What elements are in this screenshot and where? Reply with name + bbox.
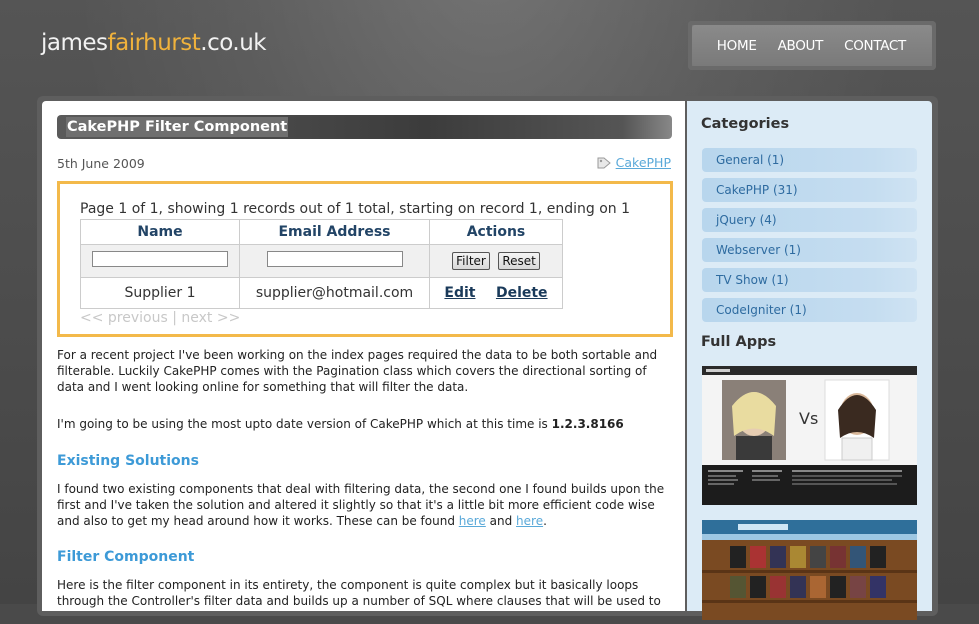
main-column: CakePHP Filter Component 5th June 2009 C… <box>42 101 685 611</box>
table-row: Supplier 1 supplier@hotmail.com Edit Del… <box>80 277 563 309</box>
col-actions: Actions <box>429 219 563 245</box>
pagination: << previous | next >> <box>80 310 240 326</box>
post-tag-link[interactable]: CakePHP <box>597 155 671 170</box>
category-jquery[interactable]: jQuery (4) <box>702 208 917 232</box>
category-general[interactable]: General (1) <box>702 148 917 172</box>
demo-box: Page 1 of 1, showing 1 records out of 1 … <box>57 181 673 337</box>
version-number: 1.2.3.8166 <box>551 417 624 431</box>
nav-about[interactable]: ABOUT <box>778 38 824 54</box>
category-cakephp[interactable]: CakePHP (31) <box>702 178 917 202</box>
pagination-separator: | <box>172 310 177 326</box>
site-logo[interactable]: jamesfairhurst.co.uk <box>41 30 267 56</box>
tag-icon <box>597 157 611 168</box>
app-thumbnail: Vs <box>702 366 917 505</box>
svg-text:Vs: Vs <box>799 409 818 428</box>
name-filter-input[interactable] <box>92 251 228 267</box>
here-link-1[interactable]: here <box>459 514 486 528</box>
edit-link[interactable]: Edit <box>444 285 475 301</box>
section-heading: Existing Solutions <box>57 453 199 469</box>
cell-email: supplier@hotmail.com <box>239 277 430 309</box>
previous-link[interactable]: << previous <box>80 310 168 326</box>
cell-name: Supplier 1 <box>80 277 240 309</box>
category-webserver[interactable]: Webserver (1) <box>702 238 917 262</box>
sidebar: Categories General (1) CakePHP (31) jQue… <box>687 101 932 620</box>
section-heading: Filter Component <box>57 549 195 565</box>
categories-title: Categories <box>701 116 790 132</box>
app-screenshot-cakebattles[interactable]: Vs <box>702 366 917 505</box>
paragraph: For a recent project I've been working o… <box>57 348 658 394</box>
main-nav: HOME ABOUT CONTACT <box>688 21 936 70</box>
paging-text: Page 1 of 1, showing 1 records out of 1 … <box>80 201 630 217</box>
here-link-2[interactable]: here <box>516 514 543 528</box>
col-name[interactable]: Name <box>80 219 240 245</box>
post-date: 5th June 2009 <box>57 156 145 171</box>
full-apps-title: Full Apps <box>701 334 777 350</box>
results-table: Name Email Address Actions Filter Reset … <box>80 219 563 309</box>
paragraph: I found two existing components that dea… <box>57 482 665 528</box>
nav-home[interactable]: HOME <box>717 38 757 54</box>
app-screenshot-cakecatalog[interactable] <box>702 520 917 620</box>
col-email[interactable]: Email Address <box>239 219 430 245</box>
category-codeigniter[interactable]: CodeIgniter (1) <box>702 298 917 322</box>
paragraph: I'm going to be using the most upto date… <box>57 417 624 431</box>
filter-row: Filter Reset <box>80 244 563 278</box>
post-title: CakePHP Filter Component <box>66 117 289 137</box>
delete-link[interactable]: Delete <box>496 285 548 301</box>
reset-button[interactable]: Reset <box>498 252 540 270</box>
next-link[interactable]: next >> <box>181 310 240 326</box>
filter-button[interactable]: Filter <box>452 252 490 270</box>
nav-contact[interactable]: CONTACT <box>844 38 906 54</box>
email-filter-input[interactable] <box>266 251 403 267</box>
app-thumbnail <box>702 520 917 620</box>
category-tv-show[interactable]: TV Show (1) <box>702 268 917 292</box>
post-title-bar: CakePHP Filter Component <box>57 115 672 139</box>
paragraph: Here is the filter component in its enti… <box>57 578 661 608</box>
